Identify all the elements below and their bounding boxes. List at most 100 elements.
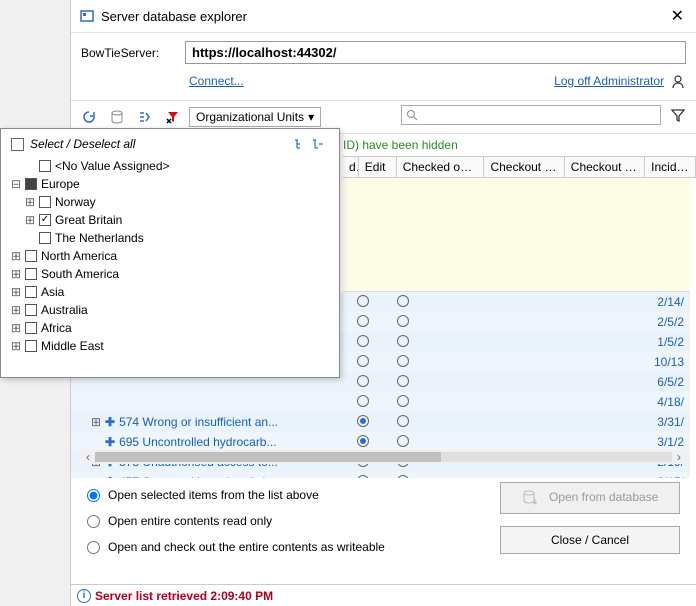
plus-icon: ✚ [105, 435, 115, 449]
info-icon: i [77, 589, 91, 603]
app-icon [79, 8, 95, 24]
row-radio-1[interactable] [357, 375, 369, 387]
row-radio-2[interactable] [397, 335, 409, 347]
tree-checkbox[interactable] [39, 196, 51, 208]
horizontal-scrollbar[interactable]: ‹ › [81, 450, 686, 464]
tree-node-label: Australia [41, 303, 88, 317]
row-radio-1[interactable] [357, 355, 369, 367]
tree-node[interactable]: ⊞South America [11, 265, 333, 283]
close-icon[interactable]: ✕ [667, 6, 688, 26]
row-radio-2[interactable] [397, 355, 409, 367]
column-header[interactable]: Checkout D... [484, 157, 564, 177]
tree-checkbox[interactable] [25, 340, 37, 352]
expand-icon[interactable]: ⊞ [11, 267, 21, 281]
tree-node[interactable]: ⊞ Australia [11, 301, 333, 319]
tree-checkbox[interactable] [25, 286, 37, 298]
row-radio-2[interactable] [397, 395, 409, 407]
row-title: 695 Uncontrolled hydrocarb... [119, 435, 276, 449]
tree-node-label: <No Value Assigned> [55, 159, 170, 173]
expand-icon[interactable]: ⊞ [25, 195, 35, 209]
row-radio-2[interactable] [397, 375, 409, 387]
column-header[interactable]: Edit [359, 157, 397, 177]
tree-checkbox[interactable] [39, 160, 51, 172]
row-date: 3/1/2 [657, 435, 690, 449]
radio-open-selected[interactable] [87, 489, 100, 502]
scroll-left-icon[interactable]: ‹ [81, 450, 95, 464]
option-label: Open and check out the entire contents a… [108, 540, 385, 554]
tree-node-label: Middle East [41, 339, 104, 353]
expand-icon[interactable]: ⊞ [25, 213, 35, 227]
connect-link[interactable]: Connect... [189, 74, 244, 90]
tree-checkbox[interactable] [25, 304, 37, 316]
table-row[interactable]: 4/18/ [71, 392, 690, 412]
row-radio-2[interactable] [397, 295, 409, 307]
row-radio-1[interactable] [357, 335, 369, 347]
tree-node[interactable]: ⊞ Middle East [11, 337, 333, 355]
tree-toggle-icon[interactable] [133, 105, 157, 129]
row-radio-1[interactable] [357, 395, 369, 407]
row-radio-1[interactable] [357, 315, 369, 327]
radio-open-writeable[interactable] [87, 541, 100, 554]
tree-node[interactable]: ⊞Africa [11, 319, 333, 337]
option-label: Open entire contents read only [108, 514, 272, 528]
refresh-icon[interactable] [77, 105, 101, 129]
tree-node[interactable]: ⊞North America [11, 247, 333, 265]
tree-checkbox[interactable] [39, 232, 51, 244]
select-all-checkbox[interactable] [11, 138, 24, 151]
org-units-dropdown[interactable]: Organizational Units ▾ [189, 107, 321, 127]
table-row[interactable]: ⊞✚574 Wrong or insufficient an...3/31/ [71, 412, 690, 432]
row-radio-2[interactable] [397, 315, 409, 327]
tree-node[interactable]: <No Value Assigned> [11, 157, 333, 175]
filter-icon[interactable] [668, 105, 688, 125]
tree-checkbox[interactable] [25, 322, 37, 334]
org-units-label: Organizational Units [196, 110, 304, 124]
tree-node[interactable]: ⊞Norway [11, 193, 333, 211]
row-title: 574 Wrong or insufficient an... [119, 415, 278, 429]
collapse-icon[interactable]: ⊟ [11, 177, 21, 191]
filter-clear-icon[interactable] [161, 105, 185, 129]
server-row: BowTieServer: [71, 33, 696, 72]
tree-node[interactable]: ⊞Great Britain [11, 211, 333, 229]
search-box[interactable] [401, 105, 661, 125]
row-radio-1[interactable] [357, 435, 369, 447]
status-bar: i Server list retrieved 2:09:40 PM [71, 584, 696, 606]
collapse-all-icon[interactable] [311, 137, 329, 151]
search-input[interactable] [418, 108, 656, 122]
scrollbar-track[interactable] [95, 452, 672, 462]
database-icon[interactable] [105, 105, 129, 129]
tree-node[interactable]: The Netherlands [11, 229, 333, 247]
tree-checkbox[interactable] [25, 250, 37, 262]
tree-checkbox[interactable] [25, 268, 37, 280]
table-row[interactable]: ✚ 695 Uncontrolled hydrocarb... 3/1/2 [71, 432, 690, 452]
row-radio-1[interactable] [357, 415, 369, 427]
expand-icon[interactable]: ⊞ [91, 415, 101, 429]
tree-checkbox[interactable] [39, 214, 51, 226]
expand-icon[interactable]: ⊞ [11, 249, 21, 263]
radio-open-readonly[interactable] [87, 515, 100, 528]
expand-icon[interactable]: ⊞ [11, 285, 21, 299]
row-radio-1[interactable] [357, 295, 369, 307]
logoff-link[interactable]: Log off Administrator [554, 74, 664, 90]
column-header[interactable]: Checkout Ty... [565, 157, 645, 177]
server-url-input[interactable] [185, 41, 686, 64]
column-header[interactable]: Checked out by [397, 157, 485, 177]
expand-icon[interactable]: ⊞ [11, 321, 21, 335]
scrollbar-thumb[interactable] [95, 452, 441, 462]
expand-icon[interactable]: ⊞ [11, 303, 21, 317]
row-date: 4/18/ [657, 395, 690, 409]
chevron-down-icon: ▾ [308, 110, 314, 124]
row-radio-2[interactable] [397, 435, 409, 447]
column-header[interactable]: Incident [645, 157, 696, 177]
row-radio-2[interactable] [397, 415, 409, 427]
expand-all-icon[interactable] [293, 137, 311, 151]
plus-icon: ✚ [105, 415, 115, 429]
titlebar: Server database explorer ✕ [71, 0, 696, 33]
tree-node[interactable]: ⊞Asia [11, 283, 333, 301]
close-cancel-button[interactable]: Close / Cancel [500, 526, 680, 554]
expand-icon[interactable]: ⊞ [11, 339, 21, 353]
open-from-database-button: Open from database [500, 482, 680, 514]
column-header[interactable]: d [343, 157, 359, 177]
tree-checkbox[interactable] [25, 178, 37, 190]
tree-node[interactable]: ⊟Europe [11, 175, 333, 193]
scroll-right-icon[interactable]: › [672, 450, 686, 464]
